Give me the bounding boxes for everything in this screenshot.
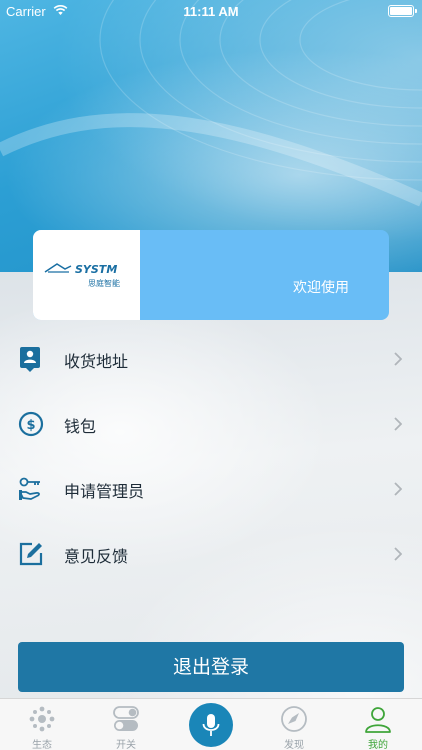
microphone-icon xyxy=(202,714,220,736)
chevron-right-icon xyxy=(394,417,402,431)
tab-label: 生态 xyxy=(32,740,52,750)
menu-item-address[interactable]: 收货地址 xyxy=(0,326,422,391)
clock: 11:11 AM xyxy=(183,4,239,19)
menu-item-label: 意见反馈 xyxy=(64,547,129,566)
voice-button[interactable] xyxy=(189,703,233,747)
battery-icon xyxy=(388,5,417,17)
profile-card[interactable]: SYSTM 思庭智能 欢迎使用 xyxy=(33,230,389,320)
wallet-dollar-icon: $ xyxy=(18,411,44,437)
logo-subtitle: 思庭智能 xyxy=(88,279,120,288)
chevron-right-icon xyxy=(394,547,402,561)
tab-switch[interactable]: 开关 xyxy=(84,699,168,750)
key-hand-icon xyxy=(19,477,40,500)
status-bar: Carrier 11:11 AM xyxy=(0,0,422,22)
chevron-right-icon xyxy=(394,482,402,496)
tab-label: 我的 xyxy=(368,740,388,750)
logo-mark-icon: SYSTM xyxy=(44,263,117,276)
menu-item-label: 钱包 xyxy=(64,417,97,436)
svg-text:$: $ xyxy=(26,418,35,433)
tab-discover[interactable]: 发现 xyxy=(252,699,336,750)
menu-item-feedback[interactable]: 意见反馈 xyxy=(0,521,422,586)
menu-item-label: 申请管理员 xyxy=(64,482,145,501)
compass-icon xyxy=(281,706,307,732)
tab-label: 发现 xyxy=(284,740,304,750)
user-icon xyxy=(365,707,391,733)
tab-mine[interactable]: 我的 xyxy=(336,699,420,750)
logout-button[interactable]: 退出登录 xyxy=(18,642,404,692)
edit-feedback-icon xyxy=(19,542,43,566)
settings-menu: 收货地址 $ 钱包 申请管理员 意见反馈 xyxy=(0,326,422,586)
logo-text: SYSTM xyxy=(75,263,117,276)
menu-item-apply-admin[interactable]: 申请管理员 xyxy=(0,456,422,521)
ecosystem-icon xyxy=(29,706,55,732)
toggle-switch-icon xyxy=(113,706,139,731)
menu-item-wallet[interactable]: $ 钱包 xyxy=(0,391,422,456)
company-logo: SYSTM 思庭智能 xyxy=(33,230,140,320)
menu-item-label: 收货地址 xyxy=(64,352,129,371)
tab-label: 开关 xyxy=(116,740,136,750)
chevron-right-icon xyxy=(394,352,402,366)
tab-ecosystem[interactable]: 生态 xyxy=(0,699,84,750)
welcome-text: 欢迎使用 xyxy=(293,279,349,295)
address-book-icon xyxy=(20,347,40,372)
